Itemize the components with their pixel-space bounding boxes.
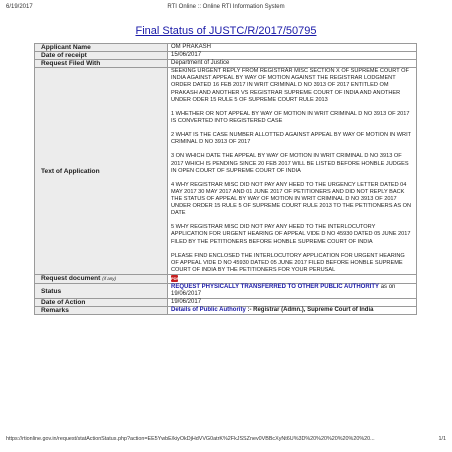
table-row: Applicant Name OM PRAKASH	[34, 42, 417, 53]
request-filed-with-label: Request Filed With	[34, 59, 168, 69]
request-document-label: Request document (if any)	[34, 273, 168, 285]
date-of-receipt-value: 15/06/2017	[167, 51, 417, 61]
table-row: Text of Application SEEKING URGENT REPLY…	[34, 67, 417, 275]
print-header: 6/19/2017 RTI Online :: Online RTI Infor…	[6, 4, 446, 14]
remarks-label: Remarks	[34, 306, 168, 316]
table-row: Remarks Details of Public Authority :- R…	[34, 306, 417, 316]
status-value: REQUEST PHYSICALLY TRANSFERRED TO OTHER …	[167, 283, 417, 300]
remarks-rest: :- Registrar (Admn.), Supreme Court of I…	[245, 307, 374, 314]
table-row: Status REQUEST PHYSICALLY TRANSFERRED TO…	[34, 283, 417, 300]
pdf-icon[interactable]: PDF	[171, 275, 179, 282]
date-of-receipt-label: Date of receipt	[34, 51, 168, 61]
request-document-value: PDF	[167, 273, 417, 285]
print-title: RTI Online :: Online RTI Information Sys…	[167, 4, 285, 10]
status-label: Status	[34, 283, 168, 300]
print-url: https://rtionline.gov.in/request/statAct…	[6, 436, 375, 442]
applicant-name-value: OM PRAKASH	[167, 42, 417, 53]
text-of-application-value: SEEKING URGENT REPLY FROM REGISTRAR MISC…	[167, 67, 417, 275]
table-row: Date of receipt 15/06/2017	[34, 51, 417, 61]
request-document-label-text: Request document	[41, 275, 101, 282]
date-of-action-value: 19/06/2017	[167, 298, 417, 308]
page-number: 1/1	[438, 436, 447, 442]
request-document-note: (if any)	[102, 276, 116, 281]
print-footer: https://rtionline.gov.in/request/statAct…	[6, 436, 446, 446]
remarks-value: Details of Public Authority :- Registrar…	[167, 306, 417, 316]
table-row: Date of Action 19/06/2017	[34, 298, 417, 308]
public-authority-link[interactable]: Details of Public Authority	[171, 307, 246, 313]
request-filed-with-value: Department of Justice	[167, 59, 417, 69]
table-row: Request Filed With Department of Justice	[34, 59, 417, 69]
applicant-name-label: Applicant Name	[34, 42, 168, 53]
table-row: Request document (if any) PDF	[34, 273, 417, 285]
page-title: Final Status of JUSTC/R/2017/50795	[135, 25, 317, 37]
text-of-application-label: Text of Application	[34, 67, 168, 275]
status-table: Applicant Name OM PRAKASH Date of receip…	[34, 42, 417, 316]
status-link[interactable]: REQUEST PHYSICALLY TRANSFERRED TO OTHER …	[171, 284, 379, 290]
date-of-action-label: Date of Action	[34, 298, 168, 308]
